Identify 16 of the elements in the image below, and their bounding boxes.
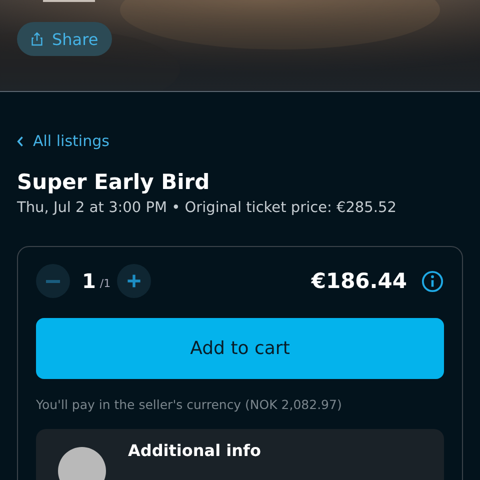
share-icon bbox=[31, 32, 43, 46]
additional-info-title: Additional info bbox=[128, 441, 261, 460]
listing-title: Super Early Bird bbox=[17, 170, 211, 194]
quantity-max: /1 bbox=[100, 276, 111, 290]
price: €186.44 bbox=[311, 269, 407, 293]
info-icon[interactable] bbox=[421, 270, 444, 292]
currency-note: You'll pay in the seller's currency (NOK 2,082.97) bbox=[36, 397, 343, 412]
increase-button[interactable] bbox=[116, 264, 151, 298]
back-link[interactable]: All listings bbox=[17, 128, 463, 154]
listing-subtitle: Thu, Jul 2 at 3:00 PM • Original ticket price: €285.52 bbox=[17, 200, 398, 216]
add-to-cart-button[interactable]: Add to cart bbox=[36, 318, 444, 379]
share-button[interactable]: Share bbox=[17, 22, 112, 56]
minus-icon bbox=[46, 280, 60, 282]
chevron-left-icon bbox=[17, 136, 24, 146]
plus-icon bbox=[124, 272, 143, 290]
quantity-value: 1 bbox=[82, 269, 96, 293]
